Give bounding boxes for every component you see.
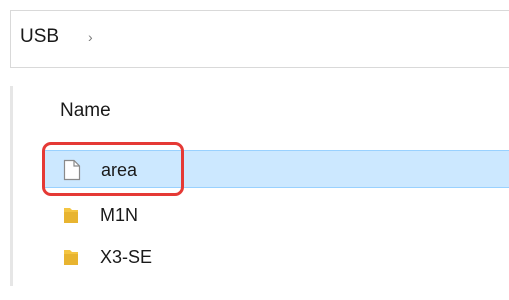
folder-icon xyxy=(62,246,80,273)
folder-row-m1n[interactable]: M1N xyxy=(44,196,509,234)
folder-icon xyxy=(62,204,80,231)
folder-name: M1N xyxy=(100,205,139,225)
annotation-highlight-box xyxy=(42,142,184,196)
folder-name: X3-SE xyxy=(100,247,153,267)
breadcrumb-chevron-icon[interactable]: › xyxy=(88,27,93,47)
column-header-name[interactable]: Name xyxy=(60,100,111,122)
address-bar[interactable] xyxy=(10,10,509,68)
breadcrumb-usb[interactable]: USB xyxy=(20,26,59,48)
folder-row-x3-se[interactable]: X3-SE xyxy=(44,238,509,276)
